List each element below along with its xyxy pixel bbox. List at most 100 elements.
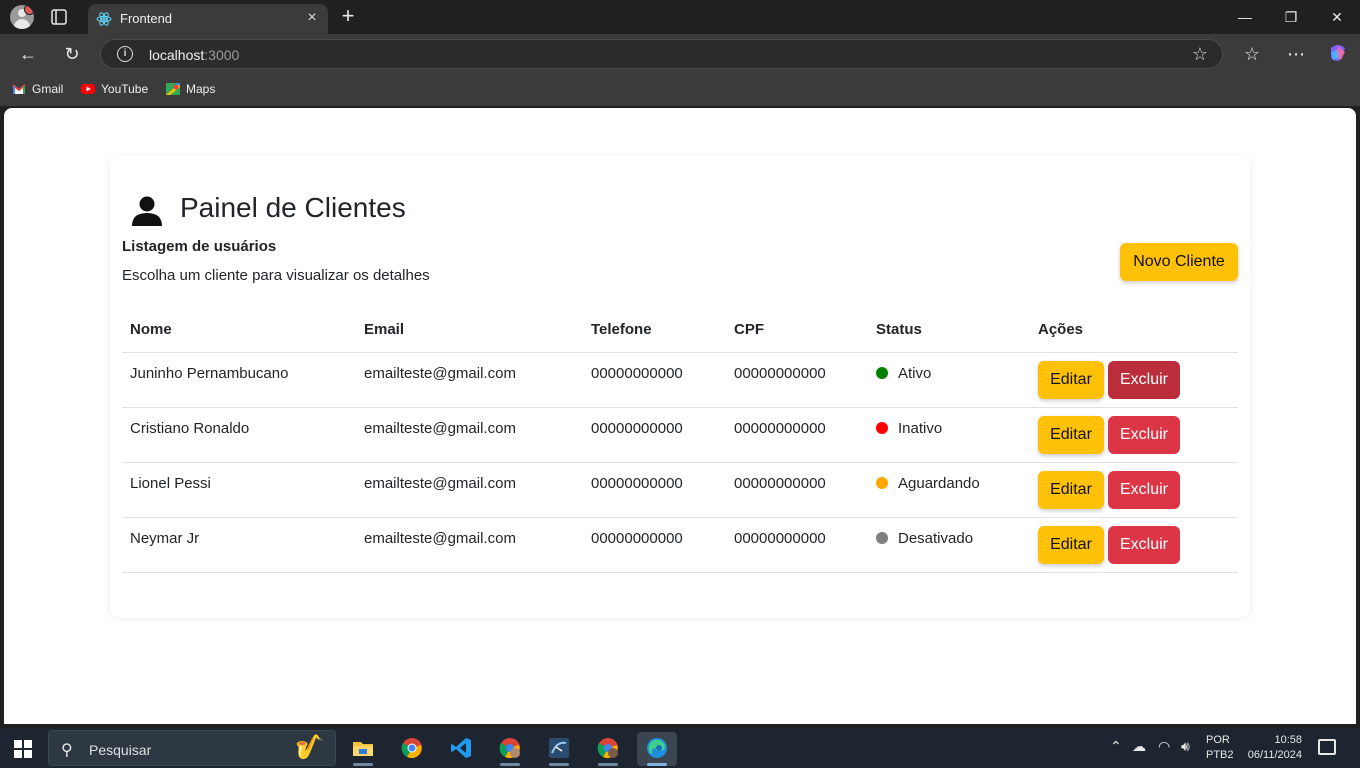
cell-cpf: 00000000000 [726,517,868,573]
header-cpf: CPF [726,308,868,353]
tab-title: Frontend [120,11,173,26]
edit-button[interactable]: Editar [1038,525,1104,564]
browser-toolbar: ← ↻ i localhost:3000 ☆ ☆ ⋯ [0,34,1360,74]
saxophone-icon: 🎷 [295,734,325,761]
more-menu-icon[interactable]: ⋯ [1284,42,1308,66]
browser-titlebar: Frontend × + — ❐ ✕ [0,0,1360,34]
onedrive-icon[interactable]: ☁ [1132,738,1146,755]
edit-button[interactable]: Editar [1038,360,1104,399]
table-header-row: Nome Email Telefone CPF Status Ações [122,308,1238,353]
folder-icon [353,742,373,756]
language-indicator[interactable]: POR PTB2 [1206,733,1234,763]
database-app[interactable] [539,732,579,766]
status-label: Ativo [898,364,932,382]
cell-actions: Editar Excluir [1030,462,1238,518]
edge-app[interactable] [637,732,677,766]
chrome-app[interactable] [392,732,432,766]
bookmarks-bar: Gmail YouTube Maps [0,74,1360,106]
page-viewport: Painel de Clientes Listagem de usuários … [4,108,1356,724]
chrome-profile-app[interactable] [490,732,530,766]
tab-frontend[interactable]: Frontend × [88,4,328,34]
file-explorer-app[interactable] [343,732,383,766]
clock-date: 06/11/2024 [1247,749,1302,761]
new-tab-icon[interactable]: + [338,5,358,27]
chrome-profile-icon [499,738,520,759]
delete-button[interactable]: Excluir [1108,415,1180,454]
react-icon [96,12,112,26]
status-dot-icon [876,366,888,379]
notifications-icon[interactable] [1318,739,1336,755]
table-row: Cristiano Ronaldo emailteste@gmail.com 0… [122,407,1238,463]
minimize-icon[interactable]: — [1222,0,1268,34]
running-indicator [353,763,373,766]
cell-cpf: 00000000000 [726,462,868,518]
cell-actions: Editar Excluir [1030,352,1238,408]
bookmark-youtube[interactable]: YouTube [81,82,148,96]
edit-button[interactable]: Editar [1038,470,1104,509]
cell-name: Cristiano Ronaldo [122,407,356,463]
gmail-icon [12,84,26,94]
delete-button[interactable]: Excluir [1108,470,1180,509]
site-info-icon[interactable]: i [117,46,133,62]
back-icon[interactable]: ← [16,42,40,66]
cell-actions: Editar Excluir [1030,407,1238,463]
cell-email: emailteste@gmail.com [356,462,583,518]
copilot-icon[interactable] [1326,42,1350,66]
tab-actions-icon[interactable] [50,8,68,26]
chrome-profile2-icon [597,738,618,759]
refresh-icon[interactable]: ↻ [60,42,84,66]
show-hidden-icons[interactable]: ⌃ [1110,738,1122,755]
system-clock[interactable]: 10:58 06/11/2024 [1242,733,1302,763]
cell-phone: 00000000000 [583,462,726,518]
status-label: Desativado [898,529,974,547]
restore-icon[interactable]: ❐ [1268,0,1314,34]
header-acoes: Ações [1030,308,1238,353]
cell-status: Ativo [868,352,1030,408]
close-tab-icon[interactable]: × [304,10,320,26]
bookmark-gmail[interactable]: Gmail [12,82,63,96]
new-client-button[interactable]: Novo Cliente [1120,243,1238,281]
bookmark-maps[interactable]: Maps [166,82,215,96]
header-telefone: Telefone [583,308,726,353]
cell-email: emailteste@gmail.com [356,517,583,573]
favorites-icon[interactable]: ☆ [1240,42,1264,66]
cell-cpf: 00000000000 [726,407,868,463]
close-window-icon[interactable]: ✕ [1314,0,1360,34]
profile-avatar[interactable] [10,5,34,29]
taskbar-search[interactable]: ⚲ Pesquisar 🎷 [48,730,336,766]
status-label: Inativo [898,419,943,437]
delete-button[interactable]: Excluir [1108,525,1180,564]
status-dot-icon [876,476,888,489]
status-label: Aguardando [898,474,980,492]
cell-email: emailteste@gmail.com [356,407,583,463]
wifi-icon[interactable]: ◠ [1158,738,1170,755]
search-icon: ⚲ [61,742,73,759]
cell-status: Desativado [868,517,1030,573]
address-bar[interactable]: i localhost:3000 ☆ [100,39,1223,69]
running-indicator [598,763,618,766]
header-nome: Nome [122,308,356,353]
favorite-star-icon[interactable]: ☆ [1192,44,1208,65]
delete-button[interactable]: Excluir [1108,360,1180,399]
table-row: Juninho Pernambucano emailteste@gmail.co… [122,352,1238,408]
url-text: localhost:3000 [149,47,240,63]
cell-actions: Editar Excluir [1030,517,1238,573]
running-indicator [549,763,569,766]
volume-icon[interactable]: 🔊︎ [1181,738,1190,755]
status-dot-icon [876,421,888,434]
vscode-app[interactable] [441,732,481,766]
edit-button[interactable]: Editar [1038,415,1104,454]
page-title: Painel de Clientes [180,192,406,223]
windows-start-icon[interactable] [14,740,32,758]
cell-phone: 00000000000 [583,352,726,408]
vscode-icon [451,738,471,758]
chrome-icon [401,738,422,759]
list-subtitle: Listagem de usuários [122,238,277,255]
running-indicator [500,763,520,766]
status-dot-icon [876,531,888,544]
cell-status: Aguardando [868,462,1030,518]
youtube-icon [81,84,95,94]
search-placeholder: Pesquisar [89,742,152,758]
chrome-profile2-app[interactable] [588,732,628,766]
cell-phone: 00000000000 [583,517,726,573]
